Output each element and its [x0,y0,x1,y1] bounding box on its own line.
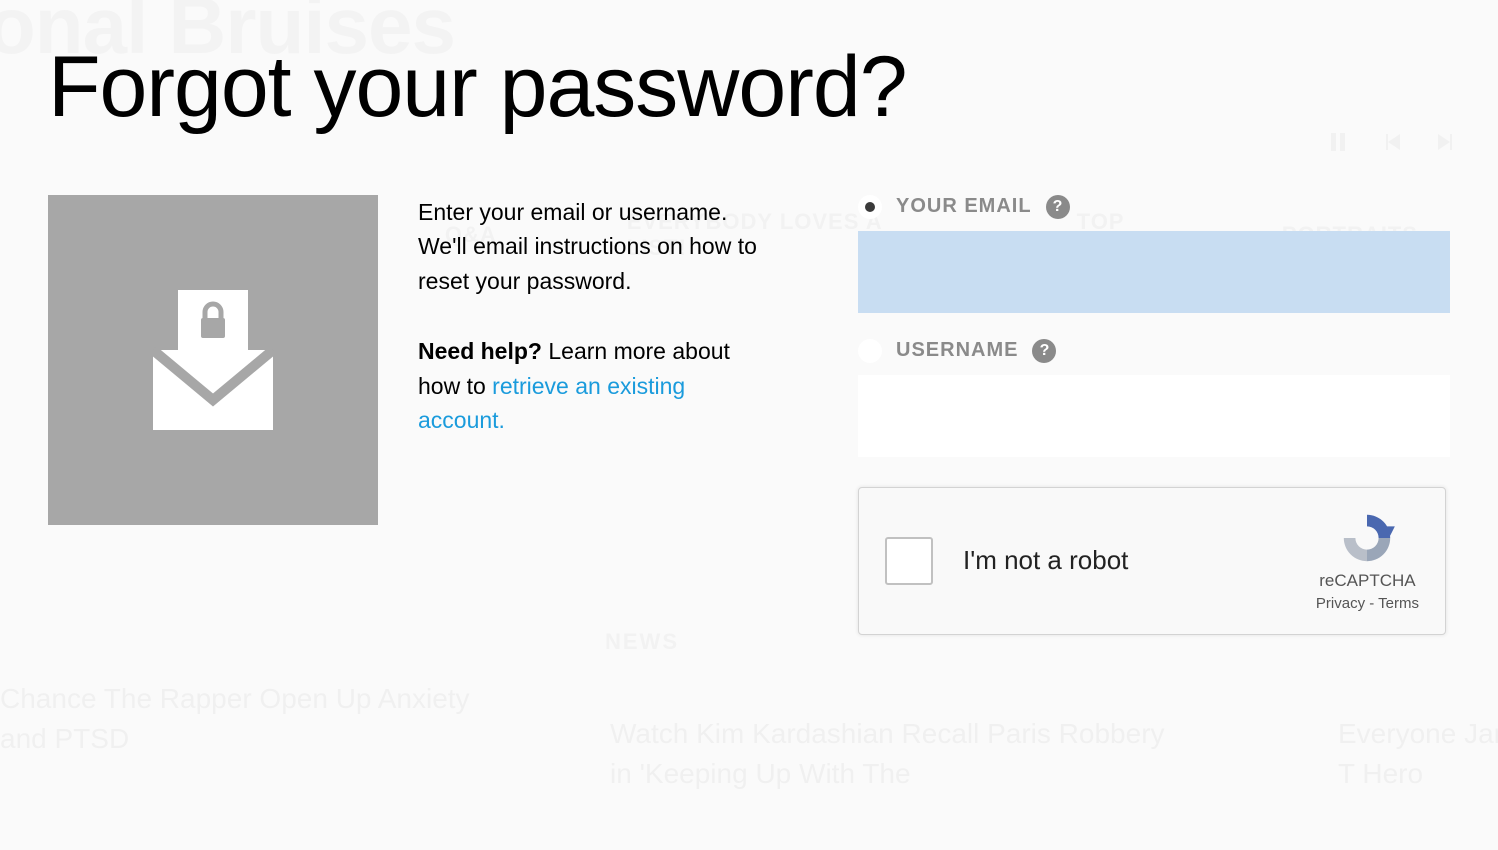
help-prefix: Need help? [418,338,542,364]
email-field-group: YOUR EMAIL ? [858,195,1450,313]
help-icon[interactable]: ? [1046,195,1070,219]
instructions-column: Enter your email or username. We'll emai… [418,195,778,635]
recaptcha-label: I'm not a robot [963,545,1316,576]
recaptcha-brand: reCAPTCHA Privacy - Terms [1316,509,1419,612]
help-icon[interactable]: ? [1032,339,1056,363]
forgot-password-modal: Forgot your password? Enter your email o… [0,0,1498,635]
envelope-lock-icon [133,280,293,440]
username-radio[interactable] [858,339,882,363]
recaptcha-checkbox[interactable] [885,537,933,585]
instructions-text: Enter your email or username. We'll emai… [418,195,778,299]
email-label: YOUR EMAIL [896,195,1032,218]
envelope-lock-illustration [48,195,378,525]
page-title: Forgot your password? [48,40,1450,135]
recaptcha-privacy-link[interactable]: Privacy [1316,595,1365,612]
username-label: USERNAME [896,339,1018,362]
recaptcha-terms-link[interactable]: Terms [1378,595,1419,612]
username-field-group: USERNAME ? [858,339,1450,457]
recaptcha-icon [1338,509,1396,567]
recaptcha-brand-text: reCAPTCHA [1319,571,1415,591]
email-input[interactable] [858,231,1450,313]
username-input[interactable] [858,375,1450,457]
recaptcha-links: Privacy - Terms [1316,595,1419,612]
help-text: Need help? Learn more about how to retri… [418,334,778,438]
recaptcha-widget: I'm not a robot reCAPTCHA Privacy - Term… [858,487,1446,635]
email-radio[interactable] [858,195,882,219]
form-column: YOUR EMAIL ? USERNAME ? I'm not a robot [818,195,1450,635]
